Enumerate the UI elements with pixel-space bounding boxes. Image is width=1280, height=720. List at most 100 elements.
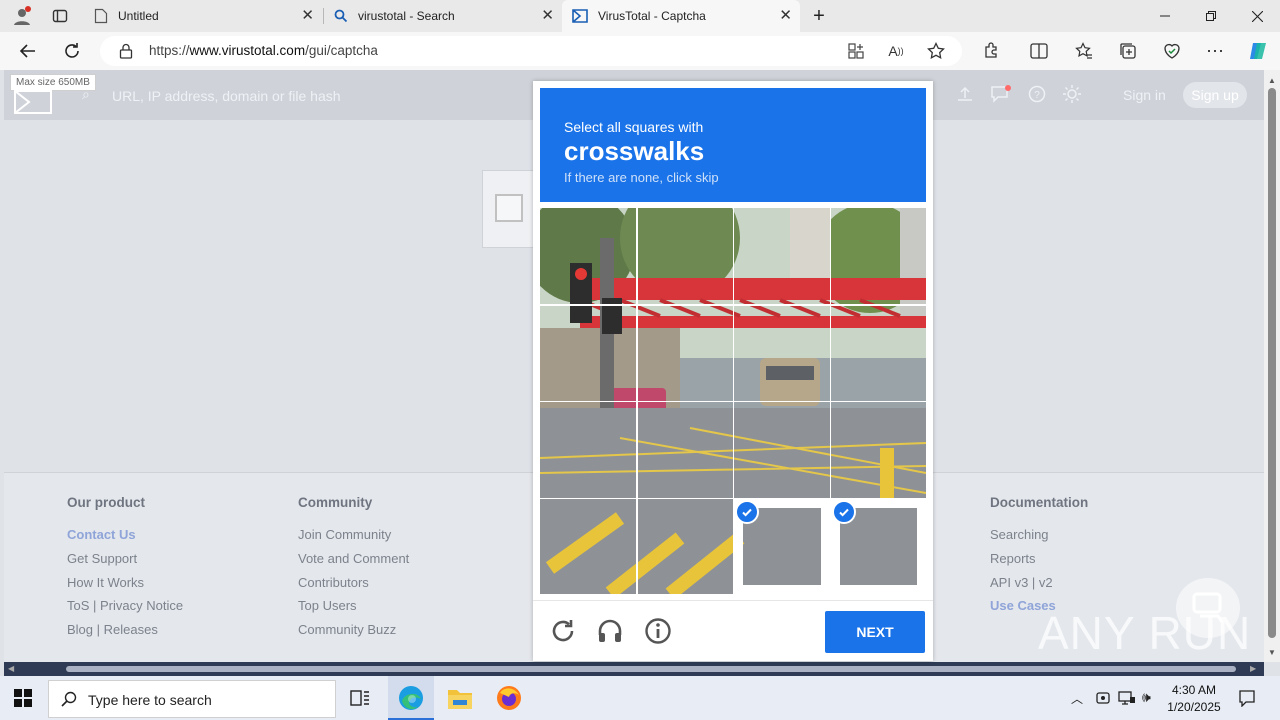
footer-link-blog-releases[interactable]: Blog | Releases (67, 622, 158, 637)
footer-link-join-community[interactable]: Join Community (298, 527, 391, 542)
footer-link-how-it-works[interactable]: How It Works (67, 575, 144, 590)
address-bar[interactable]: https://www.virustotal.com/gui/captcha A… (100, 36, 962, 66)
scrollbar-thumb[interactable] (1268, 88, 1276, 638)
footer-link-vote-comment[interactable]: Vote and Comment (298, 551, 409, 566)
settings-more-icon[interactable]: ⋯ (1203, 39, 1227, 63)
captcha-tile[interactable] (540, 208, 636, 304)
captcha-tile[interactable] (638, 306, 734, 402)
help-icon[interactable]: ? (1028, 85, 1046, 108)
taskbar-search-box[interactable]: Type here to search (48, 680, 336, 718)
footer-link-get-support[interactable]: Get Support (67, 551, 137, 566)
captcha-tile-image (540, 208, 636, 304)
hscrollbar-thumb[interactable] (66, 666, 1236, 672)
close-tab-icon[interactable]: ✕ (541, 8, 554, 24)
new-tab-button[interactable]: + (800, 0, 838, 32)
tab-actions-icon[interactable] (48, 4, 72, 28)
app-available-icon[interactable] (844, 39, 868, 63)
captcha-tile[interactable] (540, 499, 636, 595)
extensions-icon[interactable] (979, 39, 1003, 63)
profile-icon[interactable] (10, 4, 34, 28)
tab-untitled[interactable]: Untitled ✕ (84, 0, 322, 32)
refresh-icon[interactable] (60, 39, 84, 63)
footer-link-contact-us[interactable]: Contact Us (67, 527, 136, 542)
back-arrow-icon[interactable] (16, 39, 40, 63)
horizontal-scrollbar[interactable]: ◀ ▶ (4, 662, 1264, 676)
theme-toggle-icon[interactable] (1062, 84, 1082, 109)
restore-button[interactable] (1188, 0, 1234, 32)
captcha-tile[interactable] (540, 402, 636, 498)
notifications-icon[interactable] (1238, 689, 1256, 712)
captcha-tile-image (638, 306, 734, 402)
network-icon[interactable] (1118, 690, 1136, 711)
vertical-scrollbar[interactable]: ▲ ▼ (1264, 70, 1280, 662)
close-tab-icon[interactable]: ✕ (301, 8, 314, 24)
network-sync-icon[interactable] (1095, 690, 1111, 711)
upload-icon[interactable] (956, 85, 974, 108)
virustotal-logo-icon[interactable] (14, 90, 52, 119)
scroll-down-icon[interactable]: ▼ (1268, 648, 1276, 657)
tab-title: virustotal - Search (358, 9, 455, 23)
captcha-tile-image (831, 402, 927, 498)
tab-virustotal-search[interactable]: virustotal - Search ✕ (324, 0, 562, 32)
footer-heading-documentation: Documentation (990, 495, 1089, 510)
close-window-button[interactable] (1234, 0, 1280, 32)
footer-link-searching[interactable]: Searching (990, 527, 1049, 542)
search-icon: ⌕ (82, 86, 90, 102)
file-explorer-icon[interactable] (447, 686, 473, 715)
edge-taskbar-button[interactable] (388, 676, 434, 720)
footer-link-tos-privacy[interactable]: ToS | Privacy Notice (67, 598, 183, 613)
minimize-button[interactable] (1142, 0, 1188, 32)
reload-icon[interactable] (549, 617, 577, 645)
captcha-tile[interactable] (831, 306, 927, 402)
captcha-tile[interactable] (638, 402, 734, 498)
copilot-icon[interactable] (1246, 39, 1270, 63)
captcha-tile-image (638, 208, 734, 304)
favorite-star-icon[interactable] (924, 39, 948, 63)
footer-link-reports[interactable]: Reports (990, 551, 1036, 566)
footer-link-top-users[interactable]: Top Users (298, 598, 357, 613)
windows-start-icon[interactable] (14, 689, 32, 712)
next-button[interactable]: NEXT (825, 611, 925, 653)
search-input[interactable]: URL, IP address, domain or file hash (112, 88, 341, 104)
system-tray-chevron-icon[interactable]: ︿ (1071, 690, 1083, 707)
captcha-tile[interactable] (540, 306, 636, 402)
collections-icon[interactable] (1116, 39, 1140, 63)
favorites-icon[interactable] (1072, 39, 1096, 63)
audio-challenge-icon[interactable] (596, 617, 624, 645)
recaptcha-checkbox[interactable] (495, 194, 523, 222)
captcha-challenge-dialog: Select all squares with crosswalks If th… (533, 81, 933, 661)
lock-icon[interactable] (114, 39, 138, 63)
captcha-tile[interactable] (734, 402, 830, 498)
scroll-left-icon[interactable]: ◀ (8, 664, 14, 673)
chat-icon[interactable] (990, 84, 1012, 109)
close-tab-icon[interactable]: ✕ (779, 8, 792, 24)
captcha-tile[interactable] (831, 208, 927, 304)
captcha-tile-image (638, 499, 734, 595)
volume-icon[interactable]: 🕪 (1142, 689, 1151, 706)
info-icon[interactable] (644, 617, 672, 645)
sign-up-button[interactable]: Sign up (1183, 82, 1247, 108)
footer-link-community-buzz[interactable]: Community Buzz (298, 622, 396, 637)
sign-in-link[interactable]: Sign in (1123, 87, 1166, 103)
captcha-tile[interactable] (734, 306, 830, 402)
browser-essentials-icon[interactable] (1160, 39, 1184, 63)
captcha-tile[interactable] (831, 402, 927, 498)
clock-date[interactable]: 1/20/2025 (1166, 700, 1222, 714)
footer-link-contributors[interactable]: Contributors (298, 575, 369, 590)
captcha-footer-divider (533, 600, 933, 601)
firefox-icon[interactable] (496, 685, 522, 716)
read-aloud-icon[interactable]: A)) (884, 39, 908, 63)
captcha-tile-image (831, 208, 927, 304)
svg-text:?: ? (1034, 90, 1040, 101)
captcha-tile[interactable] (734, 208, 830, 304)
captcha-tile[interactable] (638, 208, 734, 304)
scroll-right-icon[interactable]: ▶ (1250, 664, 1256, 673)
split-screen-icon[interactable] (1027, 39, 1051, 63)
scroll-up-icon[interactable]: ▲ (1268, 76, 1276, 85)
tab-virustotal-captcha[interactable]: VirusTotal - Captcha ✕ (562, 0, 800, 32)
task-view-icon[interactable] (350, 688, 370, 713)
clock-time[interactable]: 4:30 AM (1166, 683, 1222, 697)
browser-tab-strip: Untitled ✕ virustotal - Search ✕ VirusTo… (0, 0, 1280, 32)
footer-link-api[interactable]: API v3 | v2 (990, 575, 1053, 590)
captcha-tile[interactable] (638, 499, 734, 595)
